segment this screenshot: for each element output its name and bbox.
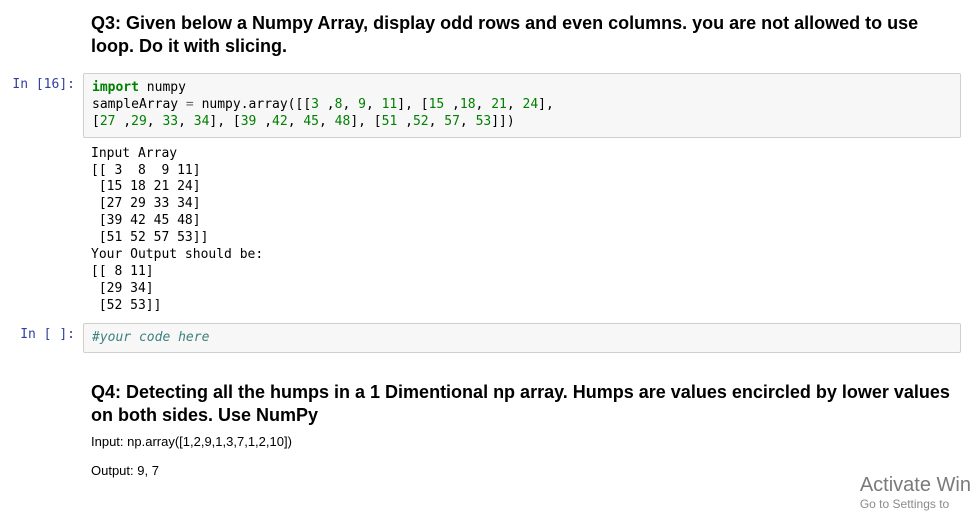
markdown-cell-q4[interactable]: Q4: Detecting all the humps in a 1 Dimen… [0, 355, 971, 498]
num: 21 [491, 97, 507, 112]
q4-input-line: Input: np.array([1,2,9,1,3,7,1,2,10]) [91, 434, 963, 449]
notebook: Q3: Given below a Numpy Array, display o… [0, 0, 971, 498]
code-text: , [256, 114, 272, 129]
code-text: , [397, 114, 413, 129]
code-text: , [429, 114, 445, 129]
code-text: , [444, 97, 460, 112]
num: 18 [460, 97, 476, 112]
num: 29 [131, 114, 147, 129]
markdown-prompt [0, 2, 83, 69]
code-text: sampleArray [92, 97, 186, 112]
code-text: , [319, 114, 335, 129]
q4-heading: Q4: Detecting all the humps in a 1 Dimen… [91, 381, 963, 426]
num: 34 [194, 114, 210, 129]
num: 11 [382, 97, 398, 112]
code-text: numpy.array([[ [194, 97, 311, 112]
num: 27 [100, 114, 116, 129]
num: 39 [241, 114, 257, 129]
num: 3 [311, 97, 319, 112]
markdown-cell-q3[interactable]: Q3: Given below a Numpy Array, display o… [0, 0, 971, 71]
comment-text: #your code here [92, 330, 209, 345]
num: 33 [162, 114, 178, 129]
num: 42 [272, 114, 288, 129]
code-text: , [507, 97, 523, 112]
code-input-area[interactable]: #your code here [83, 323, 961, 354]
num: 53 [476, 114, 492, 129]
num: 57 [444, 114, 460, 129]
module-name: numpy [139, 80, 186, 95]
code-text: , [460, 114, 476, 129]
num: 51 [382, 114, 398, 129]
code-text: , [288, 114, 304, 129]
num: 48 [335, 114, 351, 129]
code-text: , [319, 97, 335, 112]
code-text: , [147, 114, 163, 129]
code-text: , [476, 97, 492, 112]
output-prompt [0, 142, 83, 319]
num: 15 [429, 97, 445, 112]
num: 52 [413, 114, 429, 129]
code-input-area[interactable]: import numpy sampleArray = numpy.array([… [83, 73, 961, 138]
code-text: , [178, 114, 194, 129]
code-cell-empty[interactable]: In [ ]: #your code here [0, 321, 971, 356]
output-cell-16: Input Array [[ 3 8 9 11] [15 18 21 24] [… [0, 140, 971, 321]
code-text: , [115, 114, 131, 129]
num: 45 [303, 114, 319, 129]
code-cell-16[interactable]: In [16]: import numpy sampleArray = nump… [0, 71, 971, 140]
operator-eq: = [186, 97, 194, 112]
watermark-subtitle: Go to Settings to [860, 497, 971, 511]
code-text: ], [ [209, 114, 240, 129]
stdout-output: Input Array [[ 3 8 9 11] [15 18 21 24] [… [83, 142, 961, 319]
q4-output-line: Output: 9, 7 [91, 463, 963, 478]
num: 24 [523, 97, 539, 112]
markdown-prompt [0, 357, 83, 496]
q3-heading: Q3: Given below a Numpy Array, display o… [91, 12, 963, 57]
input-prompt: In [16]: [0, 73, 83, 138]
code-text: ], [ [397, 97, 428, 112]
input-prompt: In [ ]: [0, 323, 83, 354]
num: 9 [358, 97, 366, 112]
code-text: , [342, 97, 358, 112]
code-text: ], [ [350, 114, 381, 129]
keyword-import: import [92, 80, 139, 95]
code-text: ]]) [491, 114, 514, 129]
code-text: , [366, 97, 382, 112]
